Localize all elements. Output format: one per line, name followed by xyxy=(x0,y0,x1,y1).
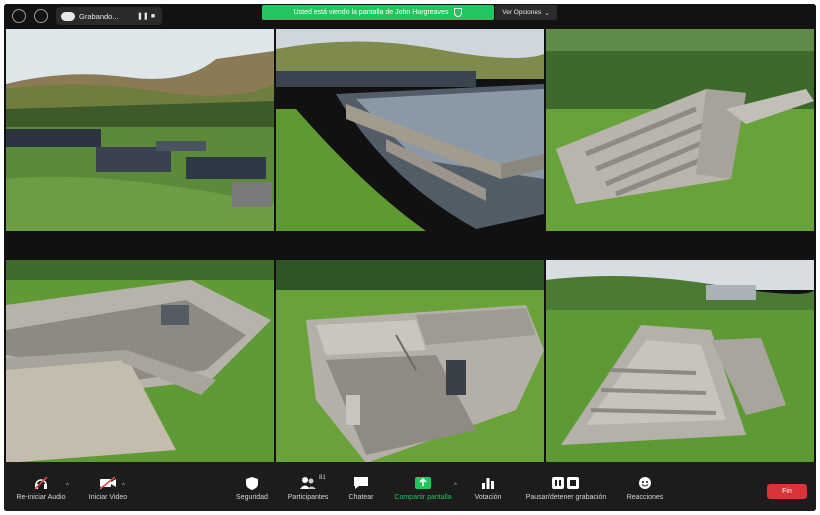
pause-stop-recording-button[interactable]: Pausar/detener grabación xyxy=(518,475,614,509)
participants-icon: 81 xyxy=(299,475,326,491)
share-banner-text: Usted está viendo la pantalla de John Ha… xyxy=(293,9,449,16)
shared-photo-empty-concrete-basin xyxy=(6,260,274,463)
pause-stop-icon xyxy=(551,475,581,491)
video-camera-off-icon xyxy=(99,475,117,491)
smiley-icon xyxy=(638,475,652,491)
end-meeting-label: Fin xyxy=(782,488,792,495)
participants-count: 81 xyxy=(319,475,326,481)
reactions-label: Reacciones xyxy=(626,494,664,501)
chevron-down-icon: ⌄ xyxy=(544,9,550,17)
shared-photo-water-filled-tank xyxy=(276,29,544,231)
view-options-label: Ver Opciones xyxy=(502,9,542,16)
restart-audio-button[interactable]: Re-iniciar Audio xyxy=(10,475,72,509)
recording-label: Grabando... xyxy=(79,11,119,21)
reactions-button[interactable]: Reacciones xyxy=(622,475,668,509)
chevron-up-icon[interactable]: ^ xyxy=(454,483,457,489)
shared-photo-stepped-empty-tank xyxy=(546,29,814,231)
shared-photo-long-raceway-tank xyxy=(546,260,814,463)
share-screen-label: Compartir pantalla xyxy=(394,494,452,501)
chat-label: Chatear xyxy=(348,494,374,501)
shield-check-icon[interactable] xyxy=(34,9,48,23)
chevron-up-icon[interactable]: ^ xyxy=(66,483,69,489)
view-options-button[interactable]: Ver Opciones ⌄ xyxy=(495,5,557,20)
chat-button[interactable]: Chatear xyxy=(344,475,378,509)
headphones-icon xyxy=(33,475,49,491)
recording-indicator[interactable]: Grabando... ❚❚ ■ xyxy=(56,7,162,25)
start-video-label: Iniciar Video xyxy=(88,494,128,501)
chat-bubble-icon xyxy=(353,475,369,491)
screen-share-banner: Usted está viendo la pantalla de John Ha… xyxy=(262,5,494,20)
participants-label: Participantes xyxy=(287,494,329,501)
poll-button[interactable]: Votación xyxy=(470,475,506,509)
poll-label: Votación xyxy=(474,494,502,501)
bar-chart-icon xyxy=(481,475,495,491)
start-video-button[interactable]: Iniciar Video xyxy=(82,475,134,509)
chevron-up-icon[interactable]: ^ xyxy=(122,483,125,489)
participants-button[interactable]: 81 Participantes xyxy=(282,475,334,509)
security-button[interactable]: Seguridad xyxy=(232,475,272,509)
shield-icon xyxy=(245,475,259,491)
pause-icon[interactable]: ❚❚ xyxy=(137,12,149,20)
shared-photo-channels-with-gates xyxy=(276,260,544,463)
share-screen-button[interactable]: Compartir pantalla xyxy=(392,475,454,509)
shield-icon xyxy=(454,8,463,17)
share-screen-icon xyxy=(414,475,432,491)
stop-icon[interactable]: ■ xyxy=(149,13,157,20)
shared-photo-hillside-farm-overview xyxy=(6,29,274,231)
info-icon[interactable] xyxy=(12,9,26,23)
meeting-window: Grabando... ❚❚ ■ Usted está viendo la pa… xyxy=(4,4,816,511)
restart-audio-label: Re-iniciar Audio xyxy=(16,494,66,501)
security-label: Seguridad xyxy=(236,494,268,501)
end-meeting-button[interactable]: Fin xyxy=(767,484,807,499)
cloud-icon xyxy=(61,11,75,21)
pause-stop-recording-label: Pausar/detener grabación xyxy=(525,494,607,501)
top-bar: Grabando... ❚❚ ■ Usted está viendo la pa… xyxy=(4,4,816,28)
